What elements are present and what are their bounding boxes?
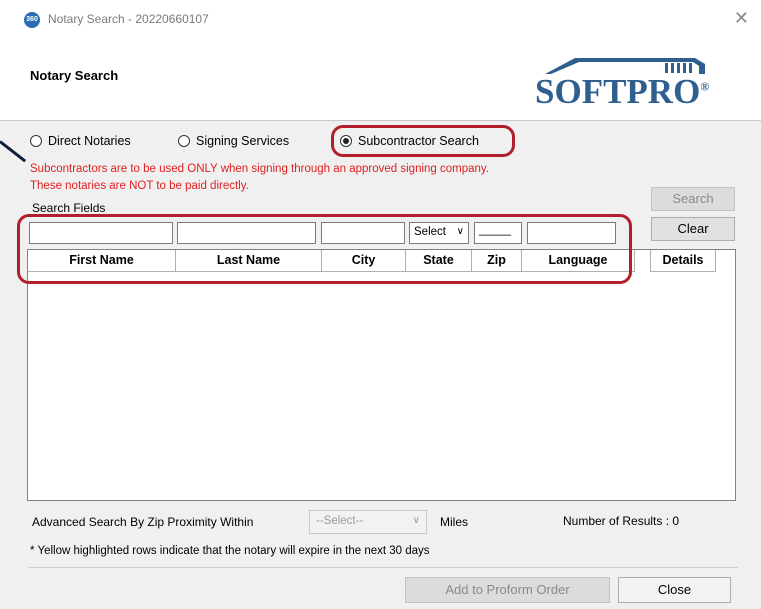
search-fields-label: Search Fields [32, 201, 106, 215]
miles-label: Miles [440, 515, 469, 529]
dialog-header: Notary Search SOFTPRO® [0, 38, 761, 121]
warning-line-2: These notaries are NOT to be paid direct… [30, 180, 249, 192]
column-header-city[interactable]: City [322, 250, 406, 272]
advanced-search-label: Advanced Search By Zip Proximity Within [32, 515, 254, 529]
radio-direct-notaries[interactable]: Direct Notaries [30, 134, 131, 148]
last-name-input[interactable] [177, 222, 316, 244]
first-name-input[interactable] [29, 222, 173, 244]
city-input[interactable] [321, 222, 405, 244]
state-select[interactable]: Select ∨ [409, 222, 469, 244]
logo-registered-mark: ® [700, 79, 710, 94]
column-header-state[interactable]: State [406, 250, 472, 272]
window-title: Notary Search - 20220660107 [48, 12, 209, 26]
logo-text: SOFTPRO® [535, 72, 709, 112]
logo-wordmark: SOFTPRO [535, 72, 701, 111]
annotation-pointer [0, 140, 27, 163]
chevron-down-icon: ∨ [412, 515, 420, 526]
clear-button[interactable]: Clear [651, 217, 735, 241]
column-header-last-name[interactable]: Last Name [176, 250, 322, 272]
results-count: Number of Results : 0 [563, 514, 680, 528]
radio-selected-icon [340, 135, 352, 147]
expiry-note: * Yellow highlighted rows indicate that … [30, 545, 430, 557]
app-icon: 360 [24, 12, 40, 28]
softpro-logo: SOFTPRO® [535, 52, 720, 112]
search-button[interactable]: Search [651, 187, 735, 211]
close-icon[interactable]: ✕ [734, 8, 749, 29]
radio-label: Signing Services [196, 134, 290, 148]
divider [28, 567, 738, 568]
radio-label: Direct Notaries [48, 134, 131, 148]
close-button[interactable]: Close [618, 577, 731, 603]
results-grid[interactable]: First Name Last Name City State Zip Lang… [27, 249, 736, 501]
state-select-value: Select [414, 226, 446, 238]
add-to-proform-order-button[interactable]: Add to Proform Order [405, 577, 610, 603]
column-header-language[interactable]: Language [522, 250, 635, 272]
proximity-select[interactable]: --Select-- ∨ [309, 510, 427, 534]
radio-circle-icon [30, 135, 42, 147]
zip-input[interactable]: _____ [474, 222, 522, 244]
language-input[interactable] [527, 222, 616, 244]
chevron-down-icon: ∨ [456, 226, 464, 237]
window-titlebar: 360 Notary Search - 20220660107 ✕ [0, 0, 761, 38]
column-header-details[interactable]: Details [650, 250, 716, 272]
radio-label: Subcontractor Search [358, 134, 479, 148]
radio-signing-services[interactable]: Signing Services [178, 134, 289, 148]
page-title: Notary Search [30, 68, 119, 83]
column-header-zip[interactable]: Zip [472, 250, 522, 272]
radio-circle-icon [178, 135, 190, 147]
warning-line-1: Subcontractors are to be used ONLY when … [30, 163, 490, 175]
proximity-select-value: --Select-- [316, 515, 364, 527]
radio-subcontractor-search[interactable]: Subcontractor Search [340, 134, 479, 148]
column-header-first-name[interactable]: First Name [28, 250, 176, 272]
